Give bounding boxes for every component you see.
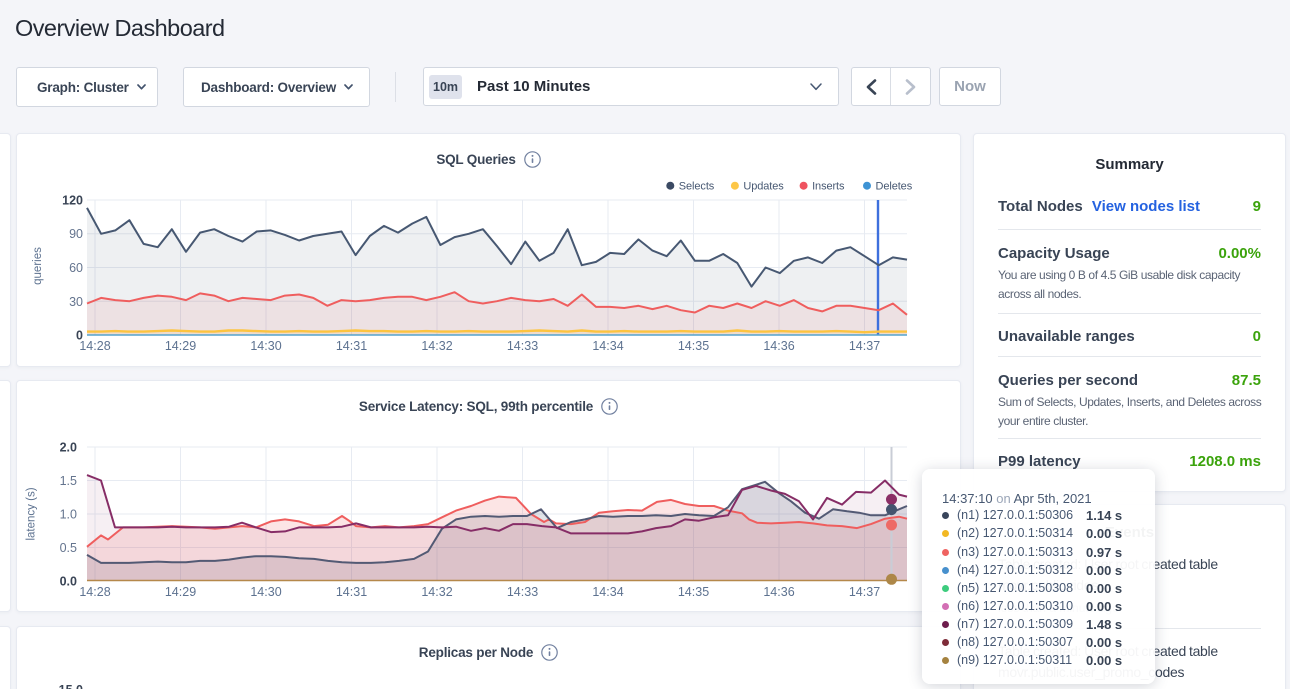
svg-text:14:37: 14:37: [849, 585, 880, 599]
svg-text:14:29: 14:29: [165, 585, 196, 599]
svg-text:14:37: 14:37: [849, 339, 880, 353]
svg-text:14:30: 14:30: [250, 585, 281, 599]
svg-text:queries: queries: [32, 247, 44, 285]
svg-text:14:28: 14:28: [79, 585, 110, 599]
svg-text:14:34: 14:34: [592, 585, 623, 599]
svg-text:14:33: 14:33: [507, 585, 538, 599]
svg-text:90: 90: [69, 227, 83, 241]
svg-text:30: 30: [69, 295, 83, 309]
svg-text:1.5: 1.5: [60, 474, 77, 488]
svg-text:14:28: 14:28: [79, 339, 110, 353]
svg-text:Inserts: Inserts: [812, 181, 845, 193]
svg-text:14:29: 14:29: [165, 339, 196, 353]
svg-text:0.0: 0.0: [60, 575, 77, 589]
svg-text:14:36: 14:36: [763, 339, 794, 353]
svg-text:14:30: 14:30: [250, 339, 281, 353]
svg-text:14:31: 14:31: [336, 339, 367, 353]
svg-text:14:32: 14:32: [421, 339, 452, 353]
svg-text:Updates: Updates: [743, 181, 784, 193]
svg-text:14:31: 14:31: [336, 585, 367, 599]
svg-text:latency (s): latency (s): [26, 487, 38, 540]
svg-text:0.5: 0.5: [60, 541, 77, 555]
svg-text:120: 120: [62, 194, 83, 208]
svg-text:14:34: 14:34: [592, 339, 623, 353]
svg-text:14:32: 14:32: [421, 585, 452, 599]
svg-text:15.0: 15.0: [59, 683, 83, 689]
svg-text:1.0: 1.0: [60, 508, 77, 522]
svg-text:14:36: 14:36: [763, 585, 794, 599]
svg-text:14:35: 14:35: [678, 585, 709, 599]
svg-text:Deletes: Deletes: [876, 181, 913, 193]
svg-text:Selects: Selects: [679, 181, 715, 193]
svg-text:14:33: 14:33: [507, 339, 538, 353]
svg-text:2.0: 2.0: [60, 441, 77, 455]
svg-text:14:35: 14:35: [678, 339, 709, 353]
svg-text:60: 60: [69, 261, 83, 275]
